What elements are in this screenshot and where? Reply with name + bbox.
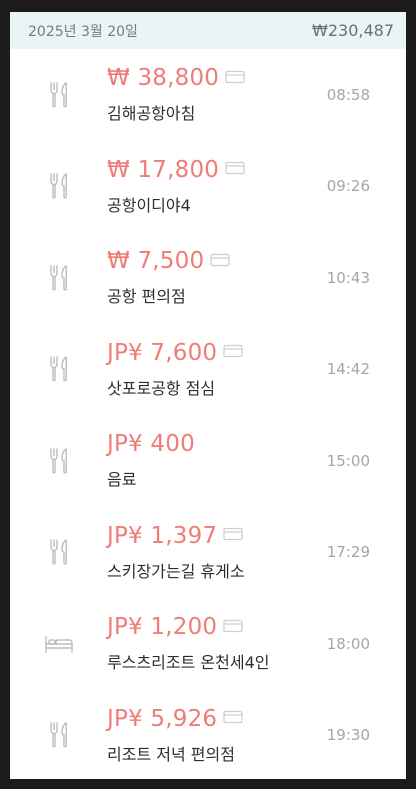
- expense-description: 공항 편의점: [107, 287, 186, 306]
- expense-description: 공항이디야4: [107, 195, 191, 215]
- expense-amount: JP¥ 1,397: [107, 522, 218, 549]
- expense-description: 스키장가는길 휴게소: [107, 561, 245, 581]
- amount-line: JP¥ 5,926: [107, 706, 243, 732]
- expense-amount: ₩ 17,800: [107, 156, 220, 183]
- expense-amount: JP¥ 5,926: [107, 705, 218, 732]
- credit-card-icon: [223, 343, 243, 362]
- fork-knife-icon: [44, 171, 74, 201]
- expense-time: 08:58: [326, 85, 370, 104]
- day-header[interactable]: 2025년 3월 20일 ₩230,487: [10, 12, 406, 49]
- expense-row[interactable]: JP¥ 400 음료 15:00: [10, 415, 406, 507]
- fork-knife-icon: [44, 720, 74, 750]
- day-total: ₩230,487: [312, 21, 394, 40]
- credit-card-icon: [223, 526, 243, 545]
- credit-card-icon: [210, 252, 230, 271]
- credit-card-icon: [225, 160, 245, 179]
- expense-row[interactable]: ₩ 17,800 공항이디야4 09:26: [10, 141, 406, 233]
- amount-line: JP¥ 400: [107, 431, 195, 457]
- expense-row[interactable]: ₩ 38,800 김해공항아침 08:58: [10, 49, 406, 141]
- expense-day-panel: 2025년 3월 20일 ₩230,487 ₩ 38,800 김해공항아침 08:5…: [10, 12, 406, 779]
- expense-time: 17:29: [326, 543, 370, 562]
- expense-description: 삿포로공항 점심: [107, 378, 216, 398]
- expense-description: 루스츠리조트 온천세4인: [107, 653, 270, 672]
- fork-knife-icon: [44, 354, 74, 384]
- expense-time: 14:42: [326, 360, 370, 379]
- expense-list: ₩ 38,800 김해공항아침 08:58 ₩ 17,800 공항이디야4 09:26 ₩ …: [10, 49, 406, 779]
- expense-time: 10:43: [326, 268, 370, 287]
- amount-line: ₩ 38,800: [107, 65, 245, 91]
- expense-time: 18:00: [326, 634, 370, 653]
- expense-time: 09:26: [326, 177, 370, 196]
- expense-description: 음료: [107, 470, 137, 489]
- amount-line: JP¥ 1,397: [107, 523, 243, 549]
- fork-knife-icon: [44, 80, 74, 110]
- expense-row[interactable]: JP¥ 5,926 리조트 저녁 편의점 19:30: [10, 690, 406, 780]
- expense-description: 김해공항아침: [107, 104, 196, 123]
- expense-amount: ₩ 7,500: [107, 248, 205, 274]
- credit-card-icon: [223, 709, 243, 728]
- expense-amount: JP¥ 7,600: [107, 339, 218, 366]
- bed-icon: [44, 629, 74, 659]
- expense-row[interactable]: JP¥ 1,397 스키장가는길 휴게소 17:29: [10, 507, 406, 599]
- expense-row[interactable]: JP¥ 7,600 삿포로공항 점심 14:42: [10, 324, 406, 416]
- fork-knife-icon: [44, 537, 74, 567]
- amount-line: JP¥ 7,600: [107, 340, 243, 366]
- amount-line: ₩ 7,500: [107, 248, 230, 274]
- expense-time: 15:00: [326, 451, 370, 470]
- fork-knife-icon: [44, 446, 74, 476]
- expense-time: 19:30: [326, 726, 370, 745]
- credit-card-icon: [225, 69, 245, 88]
- amount-line: JP¥ 1,200: [107, 614, 243, 640]
- expense-amount: JP¥ 400: [107, 431, 195, 457]
- expense-description: 리조트 저녁 편의점: [107, 744, 235, 764]
- expense-row[interactable]: ₩ 7,500 공항 편의점 10:43: [10, 232, 406, 324]
- amount-line: ₩ 17,800: [107, 157, 245, 183]
- expense-row[interactable]: JP¥ 1,200 루스츠리조트 온천세4인 18:00: [10, 598, 406, 690]
- fork-knife-icon: [44, 263, 74, 293]
- day-date: 2025년 3월 20일: [28, 23, 138, 40]
- expense-amount: ₩ 38,800: [107, 65, 220, 91]
- expense-amount: JP¥ 1,200: [107, 614, 218, 640]
- credit-card-icon: [223, 618, 243, 637]
